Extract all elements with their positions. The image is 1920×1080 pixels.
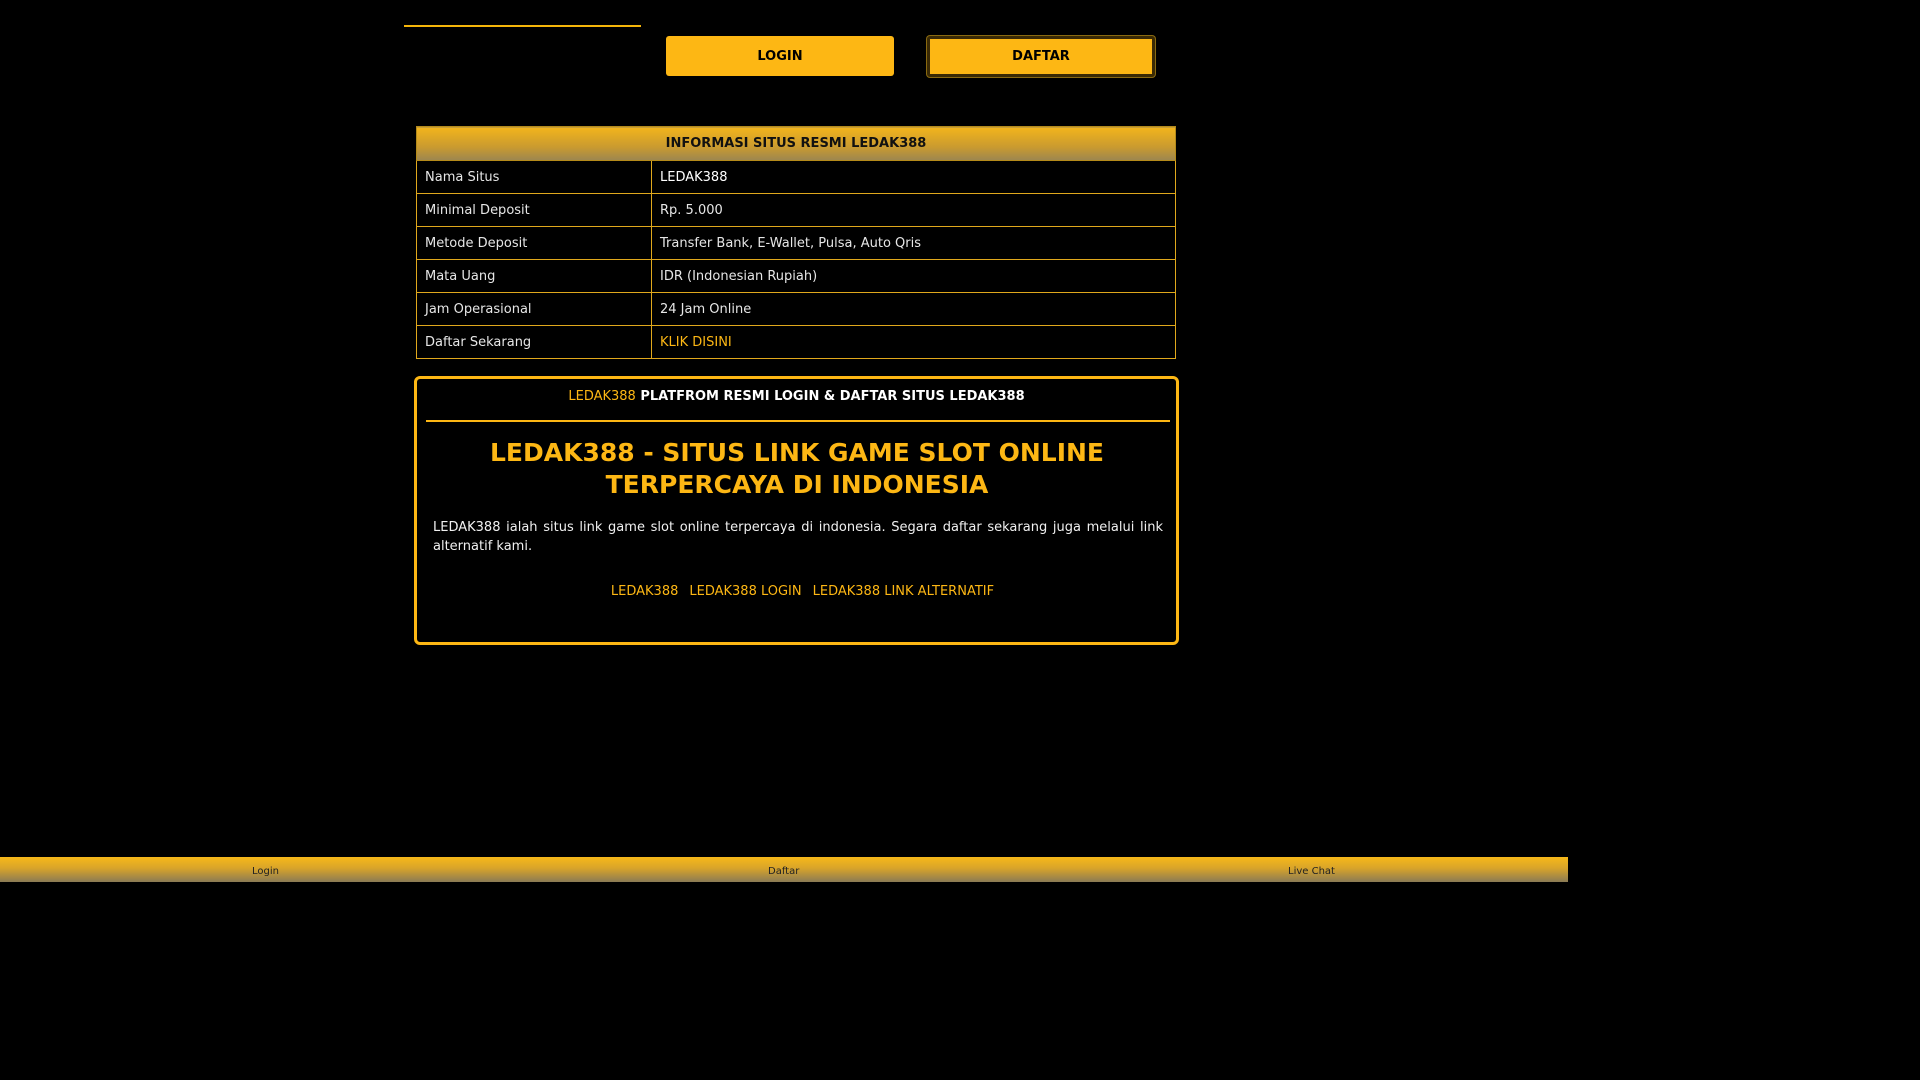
tagline: LEDAK388 PLATFROM RESMI LOGIN & DAFTAR S…	[417, 389, 1176, 404]
link-ledak388[interactable]: LEDAK388	[611, 584, 678, 599]
row-key: Metode Deposit	[416, 226, 652, 260]
row-value: 24 Jam Online	[651, 292, 1176, 326]
row-key: Minimal Deposit	[416, 193, 652, 227]
row-value: Rp. 5.000	[651, 193, 1176, 227]
site-info-table: INFORMASI SITUS RESMI LEDAK388 Nama Situ…	[416, 126, 1176, 359]
tagline-brand: LEDAK388	[568, 389, 636, 404]
description: LEDAK388 ialah situs link game slot onli…	[433, 520, 1163, 554]
klik-disini-link[interactable]: KLIK DISINI	[651, 325, 1176, 359]
link-ledak388-login[interactable]: LEDAK388 LOGIN	[689, 584, 801, 599]
content-box: LEDAK388 PLATFROM RESMI LOGIN & DAFTAR S…	[414, 376, 1179, 645]
table-row: Mata Uang IDR (Indonesian Rupiah)	[416, 259, 1176, 293]
row-key: Nama Situs	[416, 160, 652, 194]
bottom-nav-daftar[interactable]: Daftar	[768, 866, 799, 877]
table-title: INFORMASI SITUS RESMI LEDAK388	[416, 126, 1176, 161]
logo-underline	[404, 25, 641, 27]
daftar-button[interactable]: DAFTAR	[927, 36, 1155, 77]
row-key: Jam Operasional	[416, 292, 652, 326]
table-row: Metode Deposit Transfer Bank, E-Wallet, …	[416, 226, 1176, 260]
table-row: Nama Situs LEDAK388	[416, 160, 1176, 194]
row-value: Transfer Bank, E-Wallet, Pulsa, Auto Qri…	[651, 226, 1176, 260]
page: LOGIN DAFTAR INFORMASI SITUS RESMI LEDAK…	[0, 0, 1568, 882]
link-ledak388-alternatif[interactable]: LEDAK388 LINK ALTERNATIF	[813, 584, 994, 599]
divider	[426, 420, 1170, 422]
table-row: Minimal Deposit Rp. 5.000	[416, 193, 1176, 227]
row-key: Daftar Sekarang	[416, 325, 652, 359]
table-row: Daftar Sekarang KLIK DISINI	[416, 325, 1176, 359]
row-value: LEDAK388	[651, 160, 1176, 194]
bottom-nav-live-chat[interactable]: Live Chat	[1288, 866, 1335, 877]
bottom-nav-login[interactable]: Login	[252, 866, 279, 877]
page-headline: LEDAK388 - SITUS LINK GAME SLOT ONLINE T…	[489, 438, 1105, 499]
row-value: IDR (Indonesian Rupiah)	[651, 259, 1176, 293]
bottom-nav-bar: Login Daftar Live Chat	[0, 857, 1568, 882]
link-list: LEDAK388 LEDAK388 LOGIN LEDAK388 LINK AL…	[417, 584, 1176, 599]
row-key: Mata Uang	[416, 259, 652, 293]
table-row: Jam Operasional 24 Jam Online	[416, 292, 1176, 326]
tagline-text: PLATFROM RESMI LOGIN & DAFTAR SITUS LEDA…	[640, 389, 1025, 404]
login-button[interactable]: LOGIN	[666, 36, 894, 76]
